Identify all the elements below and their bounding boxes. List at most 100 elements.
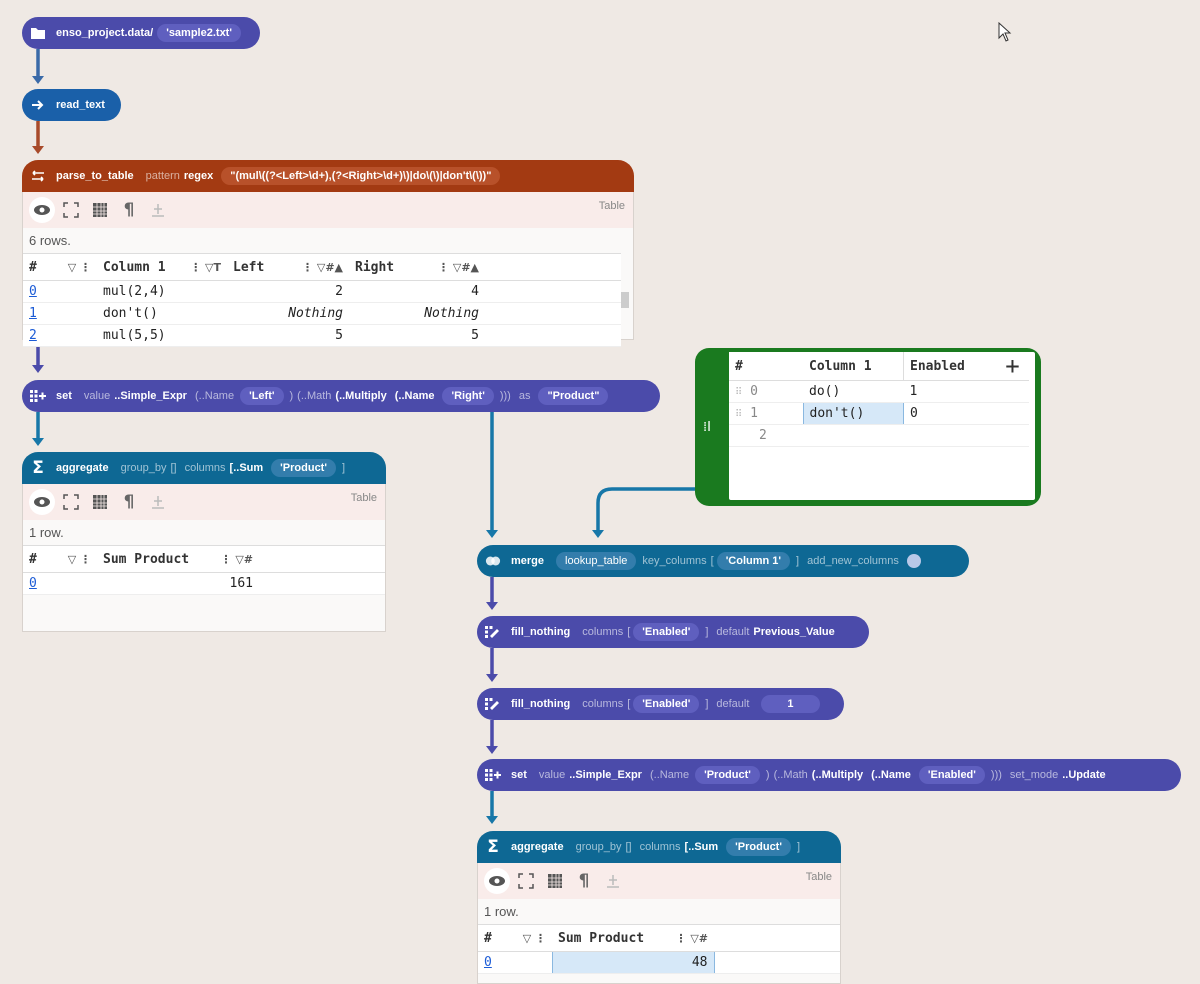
eye-icon[interactable]: [29, 197, 55, 223]
pilcrow-icon[interactable]: ¶: [571, 868, 597, 894]
viz-type-label[interactable]: Table: [599, 200, 625, 212]
col-header-enabled[interactable]: Enabled: [903, 352, 996, 381]
aggregate-op[interactable]: [..Sum: [685, 841, 719, 853]
expand-icon[interactable]: [58, 197, 84, 223]
default-value-pill[interactable]: 1: [761, 695, 820, 713]
node-title: set: [56, 390, 72, 402]
add-icon[interactable]: +: [996, 352, 1029, 381]
node-set-update[interactable]: set value ..Simple_Expr (..Name 'Product…: [477, 759, 1181, 791]
viz-type-label[interactable]: Table: [806, 871, 832, 883]
chart-icon[interactable]: [600, 868, 626, 894]
expr-op: ]: [705, 698, 709, 710]
aggregate-op[interactable]: [..Sum: [230, 462, 264, 474]
lookup-data-table[interactable]: # Column 1 Enabled + ⠿ 0 do() 1 ⠿ 1 don'…: [729, 352, 1029, 447]
filter-icon[interactable]: ⋮ ▽T: [190, 261, 221, 274]
cell-selected[interactable]: don't(): [802, 402, 904, 425]
expr-constructor[interactable]: ..Simple_Expr: [114, 390, 187, 402]
row-index-link[interactable]: 1: [29, 306, 37, 321]
node-merge[interactable]: merge lookup_table key_columns [ 'Column…: [477, 545, 969, 577]
data-table: # ▽ ⋮ Sum Product ⋮ ▽# 0 48: [478, 924, 840, 974]
column-pill[interactable]: 'Enabled': [633, 695, 700, 713]
drag-handle-icon[interactable]: ⁞I: [703, 420, 711, 435]
cell[interactable]: [803, 424, 904, 447]
lookup-table-pill[interactable]: lookup_table: [556, 552, 637, 570]
row-drag-icon[interactable]: ⠿: [735, 387, 742, 398]
set-mode-value[interactable]: ..Update: [1062, 769, 1105, 781]
node-fill-nothing-previous[interactable]: fill_nothing columns [ 'Enabled' ] defau…: [477, 616, 869, 648]
expr-constructor[interactable]: ..Simple_Expr: [569, 769, 642, 781]
expand-icon[interactable]: [513, 868, 539, 894]
expand-icon[interactable]: [58, 489, 84, 515]
arg-default-label: default: [716, 626, 750, 638]
cell[interactable]: 0: [903, 402, 996, 425]
pilcrow-icon[interactable]: ¶: [116, 197, 142, 223]
table-icon[interactable]: [542, 868, 568, 894]
node-title: fill_nothing: [511, 626, 571, 638]
filter-icon[interactable]: ⋮ ▽#: [220, 553, 253, 566]
filter-icon[interactable]: ⋮ ▽#: [675, 932, 708, 945]
node-read-text[interactable]: read_text: [22, 89, 121, 121]
default-value[interactable]: Previous_Value: [753, 626, 834, 638]
arg-columns-label: columns: [582, 626, 624, 638]
filter-icon[interactable]: ▽ ⋮: [523, 932, 546, 945]
arg-value-label: value: [538, 769, 566, 781]
expr-op[interactable]: (..Multiply: [335, 390, 386, 402]
regex-value-pill[interactable]: "(mul\((?<Left>\d+),(?<Right>\d+)\)|do\(…: [221, 167, 501, 185]
cell-selected[interactable]: 48: [551, 951, 715, 974]
cell: 5: [227, 324, 349, 347]
table-icon[interactable]: [87, 197, 113, 223]
cell[interactable]: 1: [903, 380, 996, 403]
sort-icon[interactable]: ⋮ ▽#▲: [302, 261, 343, 274]
row-index-link[interactable]: 0: [29, 576, 37, 591]
column-pill[interactable]: 'Enabled': [633, 623, 700, 641]
file-name-pill[interactable]: 'sample2.txt': [157, 24, 241, 42]
filter-icon[interactable]: ▽ ⋮: [68, 261, 91, 274]
name-pill[interactable]: 'Enabled': [918, 766, 985, 784]
chart-icon[interactable]: [145, 489, 171, 515]
node-fill-nothing-one[interactable]: fill_nothing columns [ 'Enabled' ] defau…: [477, 688, 844, 720]
node-lookup-table[interactable]: ⁞I # Column 1 Enabled + ⠿ 0 do() 1 ⠿ 1 d…: [695, 348, 1041, 506]
read-arrow-icon: [30, 97, 46, 113]
group-by-value[interactable]: []: [170, 462, 176, 474]
pilcrow-icon[interactable]: ¶: [116, 489, 142, 515]
folder-icon: [30, 25, 46, 41]
filter-icon[interactable]: ▽ ⋮: [68, 553, 91, 566]
key-column-pill[interactable]: 'Column 1': [716, 552, 791, 570]
row-index-link[interactable]: 2: [29, 328, 37, 343]
arg-group-label: group_by: [120, 462, 167, 474]
viz-toolbar: ¶ Table: [23, 484, 385, 520]
expr-op[interactable]: (..Multiply: [812, 769, 863, 781]
viz-type-label[interactable]: Table: [351, 492, 377, 504]
table-visualization-parse[interactable]: ¶ Table 6 rows. # ▽ ⋮ Column 1 ⋮ ▽T Left ⋮ …: [22, 192, 634, 347]
as-value-pill[interactable]: "Product": [538, 387, 609, 405]
group-by-value[interactable]: []: [625, 841, 631, 853]
sort-icon[interactable]: ⋮ ▽#▲: [438, 261, 479, 274]
expr-op[interactable]: (..Name: [871, 769, 911, 781]
node-set-product[interactable]: set value ..Simple_Expr (..Name 'Left' )…: [22, 380, 660, 412]
table-visualization-aggregate[interactable]: ¶ Table 1 row. # ▽ ⋮ Sum Product ⋮ ▽# 0 16…: [22, 484, 386, 632]
name-pill[interactable]: 'Product': [695, 766, 760, 784]
column-pill[interactable]: 'Product': [726, 838, 791, 856]
eye-icon[interactable]: [484, 868, 510, 894]
table-visualization-final[interactable]: ¶ Table 1 row. # ▽ ⋮ Sum Product ⋮ ▽# 0 48: [477, 863, 841, 984]
arg-regex-kw[interactable]: regex: [184, 170, 213, 182]
node-aggregate-sum-final[interactable]: Σ aggregate group_by [] columns [..Sum '…: [477, 831, 841, 863]
name-pill[interactable]: 'Right': [442, 387, 494, 405]
col-header-column1[interactable]: Column 1: [803, 352, 904, 381]
cell[interactable]: do(): [803, 380, 904, 403]
node-parse-to-table[interactable]: parse_to_table pattern regex "(mul\((?<L…: [22, 160, 634, 192]
name-pill[interactable]: 'Left': [240, 387, 284, 405]
column-pill[interactable]: 'Product': [271, 459, 336, 477]
vertical-scrollbar[interactable]: [621, 282, 629, 334]
table-icon[interactable]: [87, 489, 113, 515]
toggle-add-new-columns[interactable]: [906, 554, 921, 568]
node-project-data[interactable]: enso_project.data/ 'sample2.txt': [22, 17, 260, 49]
cell[interactable]: [903, 424, 996, 447]
row-index-link[interactable]: 0: [484, 955, 492, 970]
row-drag-icon[interactable]: ⠿: [735, 409, 742, 420]
row-index-link[interactable]: 0: [29, 284, 37, 299]
chart-icon[interactable]: [145, 197, 171, 223]
expr-op[interactable]: (..Name: [395, 390, 435, 402]
eye-icon[interactable]: [29, 489, 55, 515]
node-aggregate-sum[interactable]: Σ aggregate group_by [] columns [..Sum '…: [22, 452, 386, 484]
